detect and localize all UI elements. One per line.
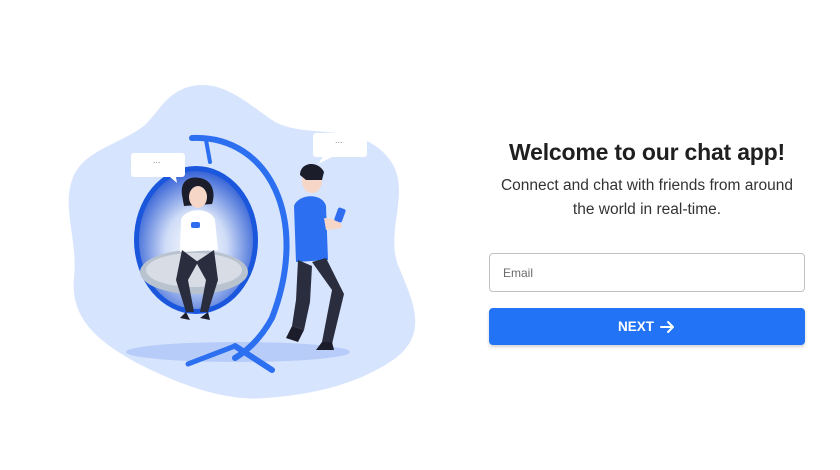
welcome-panel: Welcome to our chat app! Connect and cha… xyxy=(489,136,805,345)
email-field[interactable] xyxy=(489,253,805,292)
welcome-page: ... ... Welcome to our chat app! Connect… xyxy=(0,0,840,470)
speech-bubble-right-text: ... xyxy=(335,135,343,145)
chat-illustration: ... ... xyxy=(60,80,430,410)
next-button-label: NEXT xyxy=(617,319,654,334)
page-subtitle: Connect and chat with friends from aroun… xyxy=(500,177,794,218)
arrow-right-icon xyxy=(660,320,676,334)
speech-bubble-left-text: ... xyxy=(153,155,161,165)
page-title: Welcome to our chat app! xyxy=(509,139,785,165)
next-button[interactable]: NEXT xyxy=(489,308,805,345)
